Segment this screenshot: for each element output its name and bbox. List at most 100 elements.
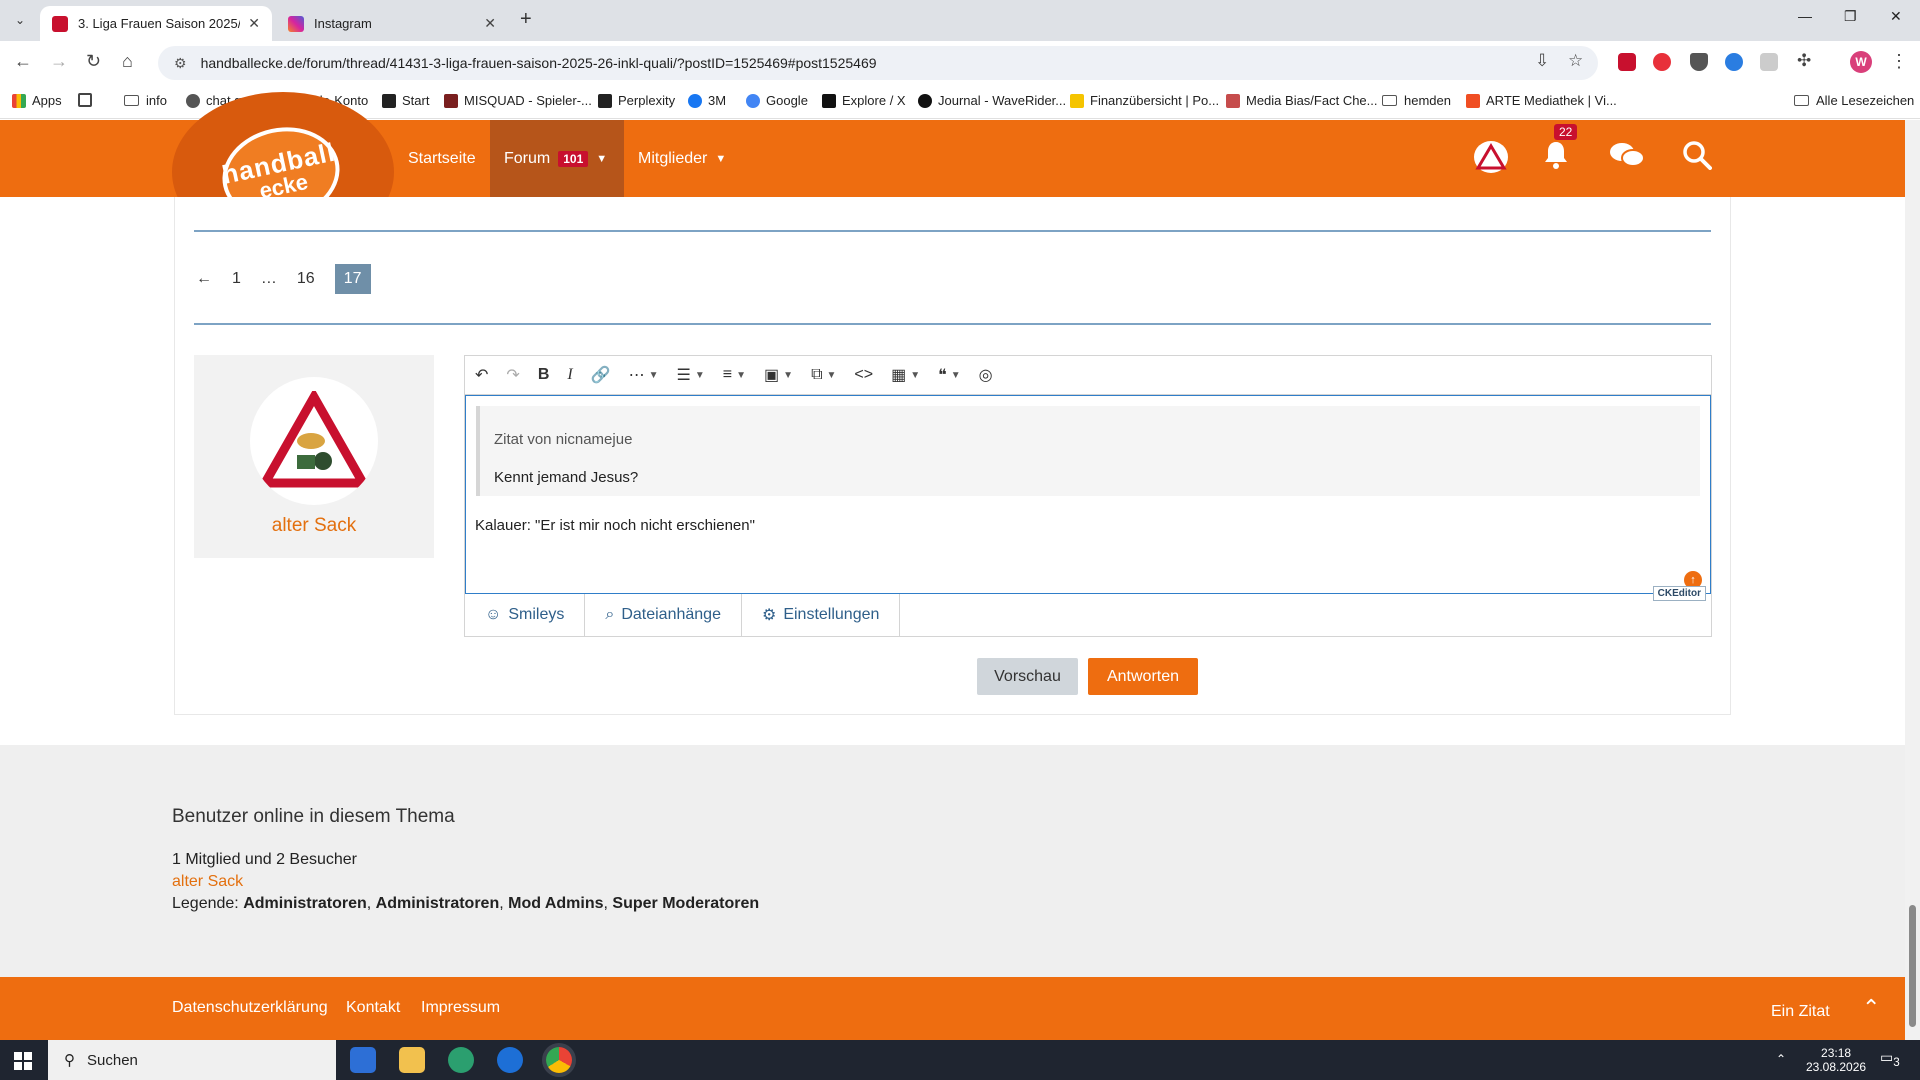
new-tab-icon[interactable]: + (520, 8, 532, 31)
apps-grid-icon (12, 93, 26, 108)
install-app-icon[interactable]: ⇩ (1535, 51, 1549, 71)
editor-content-area[interactable]: Zitat von nicnamejue Kennt jemand Jesus?… (465, 395, 1711, 601)
legend-item[interactable]: Administratoren (243, 895, 367, 912)
nav-forum[interactable]: Forum 101 ▼ (490, 120, 624, 197)
italic-icon[interactable]: I (567, 366, 572, 384)
close-tab-icon[interactable]: ✕ (484, 15, 496, 32)
bookmark-3m[interactable]: 3M (688, 93, 726, 108)
notification-badge: 22 (1554, 124, 1578, 140)
legend-item[interactable]: Mod Admins (508, 895, 603, 912)
footer-link-datenschutz[interactable]: Datenschutzerklärung (172, 999, 328, 1017)
footer-link-impressum[interactable]: Impressum (421, 999, 500, 1017)
bookmark-google[interactable]: Google (746, 93, 808, 108)
link-icon[interactable]: 🔗 (591, 365, 611, 385)
close-tab-icon[interactable]: ✕ (248, 15, 260, 32)
all-bookmarks[interactable]: Alle Lesezeichen (1794, 93, 1914, 108)
site-info-icon[interactable]: ⚙ (174, 55, 187, 72)
home-icon[interactable]: ⌂ (122, 51, 133, 72)
reload-icon[interactable]: ↻ (86, 51, 101, 72)
online-user-link[interactable]: alter Sack (172, 873, 243, 891)
address-bar[interactable]: ⚙ handballecke.de/forum/thread/41431-3-l… (158, 46, 1598, 80)
back-icon[interactable]: ← (14, 51, 32, 72)
tab-smileys[interactable]: ☺ Smileys (465, 594, 586, 636)
preview-button[interactable]: Vorschau (977, 658, 1078, 695)
file-explorer-icon[interactable] (399, 1047, 425, 1073)
pagination-page[interactable]: 1 (232, 270, 241, 288)
table-icon[interactable]: ▦ ▼ (891, 365, 920, 385)
edge-icon[interactable] (448, 1047, 474, 1073)
bookmark-star-icon[interactable]: ☆ (1568, 51, 1583, 71)
tab-search-menu-icon[interactable]: ⌄ (8, 8, 32, 32)
close-window-icon[interactable]: ✕ (1890, 8, 1902, 25)
browser-menu-icon[interactable]: ⋮ (1890, 51, 1908, 72)
tab-handballecke[interactable]: 3. Liga Frauen Saison 2025/26 ( ✕ (40, 6, 272, 41)
restore-icon[interactable]: ❐ (1844, 8, 1857, 25)
random-quote-link[interactable]: Ein Zitat (1771, 1003, 1830, 1021)
bookmark-misquad[interactable]: MISQUAD - Spieler-... (444, 93, 592, 108)
pagination-page[interactable]: 16 (297, 270, 315, 288)
bookmark-start[interactable]: Start (382, 93, 429, 108)
tab-einstellungen[interactable]: ⚙ Einstellungen (742, 594, 901, 636)
media-embed-icon[interactable]: ⧉ ▼ (811, 366, 836, 384)
chrome-icon[interactable] (546, 1047, 572, 1073)
notifications-icon[interactable]: ▭3 (1880, 1050, 1900, 1070)
chevron-down-icon: ▼ (596, 152, 608, 165)
microsoft-store-icon[interactable] (350, 1047, 376, 1073)
tab-instagram[interactable]: Instagram ✕ (276, 6, 508, 41)
user-avatar-icon[interactable] (1474, 141, 1508, 173)
taskbar-search[interactable]: ⚲ Suchen (48, 1040, 336, 1080)
author-name[interactable]: alter Sack (194, 515, 434, 537)
forward-icon[interactable]: → (50, 51, 68, 72)
extension-1-icon[interactable] (1618, 53, 1636, 71)
scroll-to-top-icon[interactable]: ⌃ (1862, 995, 1880, 1021)
online-heading: Benutzer online in diesem Thema (172, 806, 455, 827)
extensions-puzzle-icon[interactable]: ✣ (1797, 51, 1811, 71)
align-icon[interactable]: ≡ ▼ (723, 366, 746, 384)
tray-chevron-icon[interactable]: ⌃ (1776, 1052, 1786, 1066)
bookmark-waverider[interactable]: Journal - WaveRider... (918, 93, 1066, 108)
bookmark-arte[interactable]: ARTE Mediathek | Vi... (1466, 93, 1617, 108)
spoiler-eye-icon[interactable]: ◎ (979, 365, 993, 385)
bold-icon[interactable]: B (538, 366, 550, 384)
list-icon[interactable]: ☰ ▼ (677, 365, 705, 385)
avatar[interactable] (250, 377, 378, 505)
bookmark-x[interactable]: Explore / X (822, 93, 906, 108)
pagination-ellipsis[interactable]: … (261, 270, 277, 288)
nav-mitglieder[interactable]: Mitglieder ▼ (638, 120, 726, 197)
tab-dateianhaenge[interactable]: ⌕ Dateianhänge (585, 594, 742, 636)
nav-startseite[interactable]: Startseite (408, 120, 476, 197)
footer-link-kontakt[interactable]: Kontakt (346, 999, 400, 1017)
redo-icon[interactable]: ↷ (506, 365, 519, 385)
adblock-icon[interactable] (1653, 53, 1671, 71)
bookmark-info[interactable]: info (124, 93, 167, 108)
profile-avatar[interactable]: W (1850, 51, 1872, 73)
legend-item[interactable]: Super Moderatoren (612, 895, 759, 912)
legend-item[interactable]: Administratoren (376, 895, 500, 912)
pagination-prev[interactable]: ← (196, 270, 212, 288)
extension-globe-icon[interactable] (1725, 53, 1743, 71)
editor-text[interactable]: Kalauer: "Er ist mir noch nicht erschien… (475, 517, 755, 534)
bell-icon[interactable] (1542, 140, 1570, 177)
clock[interactable]: 23:18 23.08.2026 (1806, 1046, 1866, 1074)
quote-icon[interactable]: ❝ ▼ (938, 365, 961, 385)
chat-bubbles-icon[interactable] (1608, 140, 1646, 177)
bookmark-finanz[interactable]: Finanzübersicht | Po... (1070, 93, 1219, 108)
search-icon[interactable] (1682, 140, 1712, 177)
page-scrollbar[interactable] (1905, 120, 1920, 1040)
scrollbar-thumb[interactable] (1909, 905, 1916, 1027)
reply-button[interactable]: Antworten (1088, 658, 1198, 695)
undo-icon[interactable]: ↶ (475, 365, 488, 385)
bookmark-mediabias[interactable]: Media Bias/Fact Che... (1226, 93, 1378, 108)
bookmark-grid[interactable] (78, 93, 98, 107)
bookmark-perplexity[interactable]: Perplexity (598, 93, 675, 108)
shield-icon[interactable] (1690, 53, 1708, 71)
more-formatting-icon[interactable]: ⋯ ▼ (629, 365, 659, 385)
code-icon[interactable]: <> (854, 366, 873, 384)
image-upload-icon[interactable]: ▣ ▼ (764, 365, 793, 385)
minimize-icon[interactable]: — (1798, 8, 1812, 24)
windows-start-icon[interactable] (14, 1052, 32, 1070)
extension-rss-icon[interactable] (1760, 53, 1778, 71)
bookmark-apps[interactable]: Apps (12, 93, 62, 108)
bookmark-hemden[interactable]: hemden (1382, 93, 1451, 108)
app-icon[interactable] (497, 1047, 523, 1073)
